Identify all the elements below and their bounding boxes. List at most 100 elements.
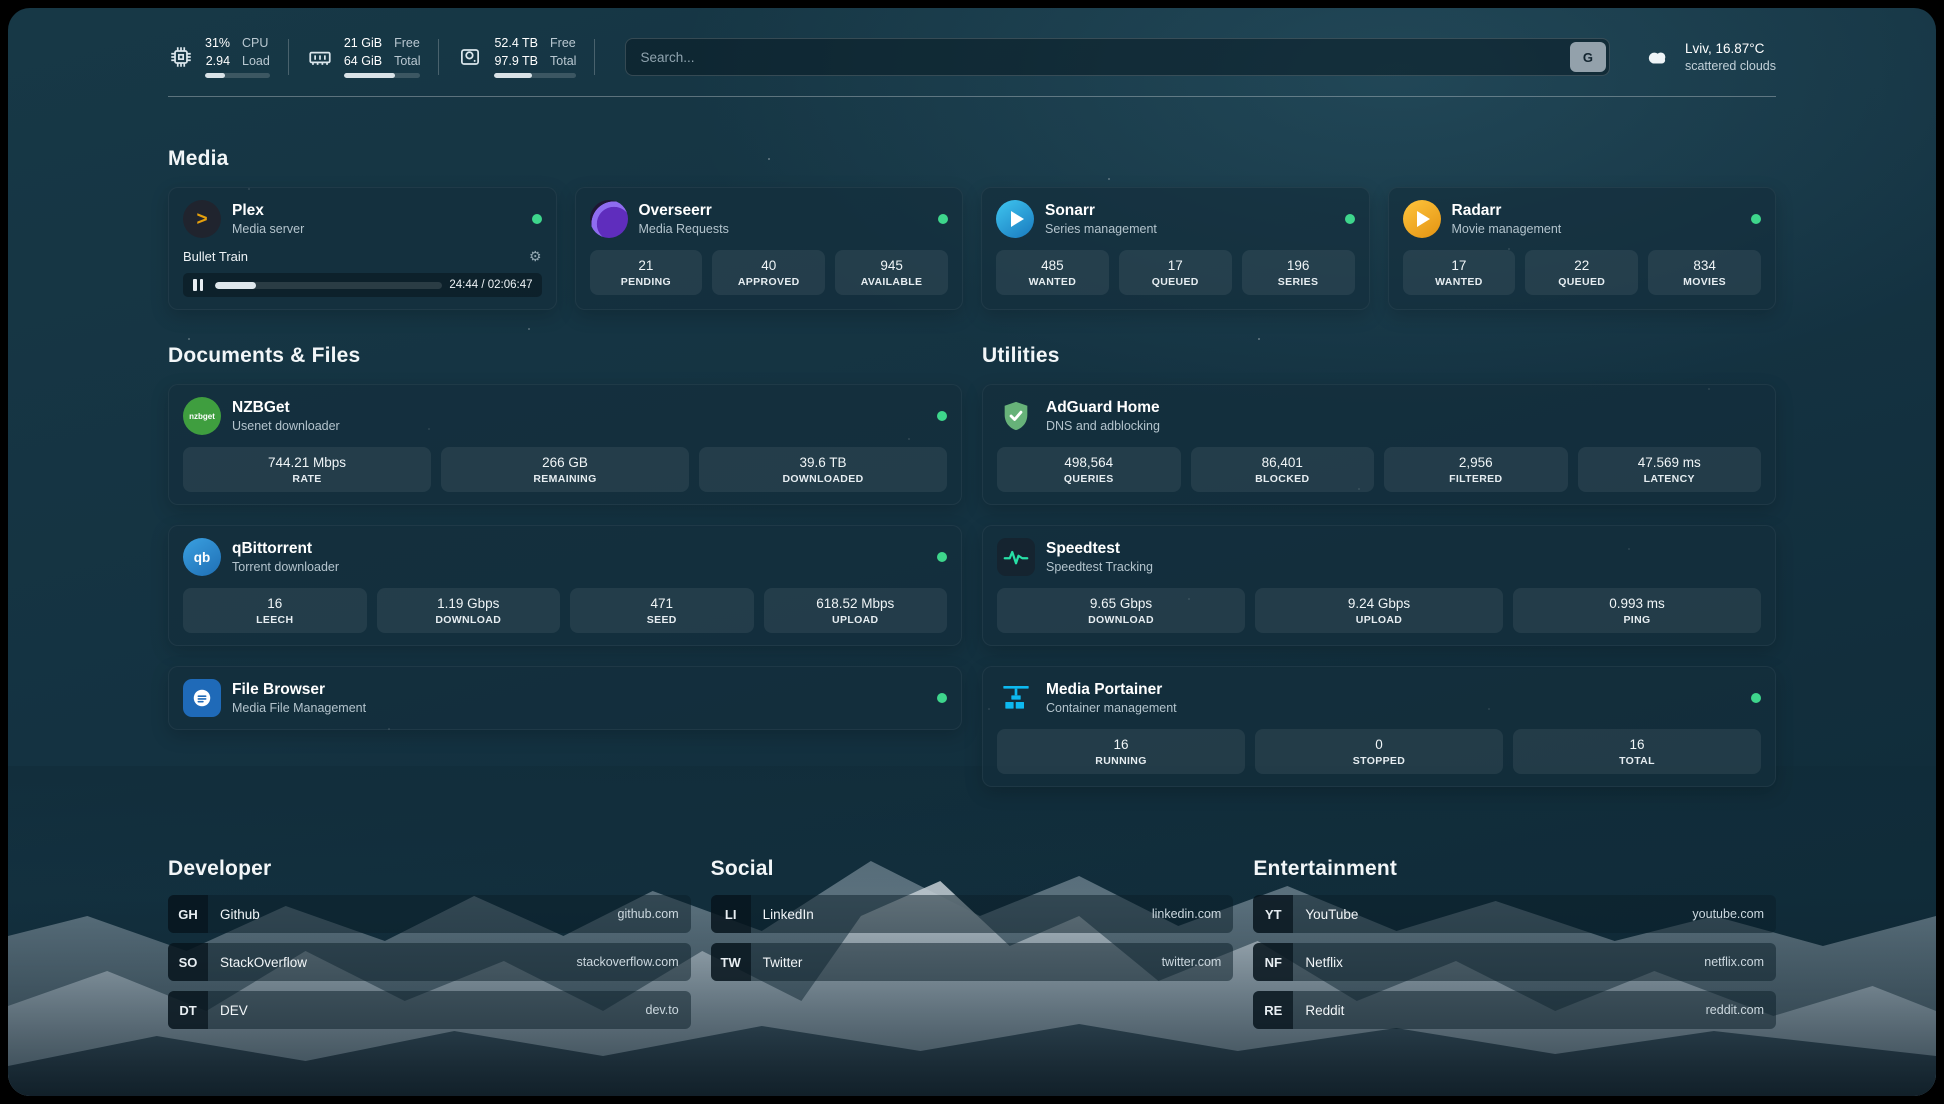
reddit-icon: RE [1253,991,1293,1029]
stat-tile-pending: 21 PENDING [590,250,703,295]
bookmark-stackoverflow[interactable]: SO StackOverflow stackoverflow.com [168,943,691,981]
search-engine-button[interactable]: G [1570,42,1606,72]
service-card-adguard[interactable]: AdGuard Home DNS and adblocking 498,564 … [982,384,1776,505]
service-description: Media server [232,222,304,236]
stat-tile-total: 16 TOTAL [1513,729,1761,774]
github-icon: GH [168,895,208,933]
stat-tile-queued: 22 QUEUED [1525,250,1638,295]
memory-label-top: Free [394,36,420,52]
weather-condition: scattered clouds [1685,59,1776,73]
service-description: Torrent downloader [232,560,339,574]
bookmark-youtube[interactable]: YT YouTube youtube.com [1253,895,1776,933]
dashboard-window: 31% 2.94 CPU Load [0,0,1944,1104]
plex-icon: > [183,200,221,238]
stat-tile-wanted: 485 WANTED [996,250,1109,295]
qbittorrent-icon: qb [183,538,221,576]
stat-tile-series: 196 SERIES [1242,250,1355,295]
memory-label-bottom: Total [394,54,420,70]
stat-tile-download: 9.65 Gbps DOWNLOAD [997,588,1245,633]
memory-free-value: 21 GiB [344,36,382,52]
now-playing-title: Bullet Train [183,249,248,264]
service-card-qbittorrent[interactable]: qb qBittorrent Torrent downloader 16 [168,525,962,646]
service-name: Overseerr [639,202,729,220]
memory-icon [307,44,333,70]
service-card-nzbget[interactable]: nzbget NZBGet Usenet downloader 744.21 M… [168,384,962,505]
disk-label-bottom: Total [550,54,576,70]
service-card-plex[interactable]: > Plex Media server Bullet Train ⚙ [168,187,557,310]
service-name: Radarr [1452,202,1562,220]
stat-tile-upload: 618.52 Mbps UPLOAD [764,588,948,633]
disk-free-value: 52.4 TB [494,36,538,52]
memory-usage-bar [344,73,421,78]
service-card-overseerr[interactable]: Overseerr Media Requests 21 PENDING [575,187,964,310]
status-dot [938,214,948,224]
stat-tile-stopped: 0 STOPPED [1255,729,1503,774]
stat-tile-filtered: 2,956 FILTERED [1384,447,1568,492]
gear-icon[interactable]: ⚙ [529,248,542,265]
service-name: NZBGet [232,399,340,417]
service-description: Usenet downloader [232,419,340,433]
playback-time: 24:44 / 02:06:47 [449,279,532,291]
status-dot [937,411,947,421]
bookmark-reddit[interactable]: RE Reddit reddit.com [1253,991,1776,1029]
stat-tile-remaining: 266 GB REMAINING [441,447,689,492]
section-entertainment: Entertainment YT YouTube youtube.com NF … [1253,857,1776,1029]
stat-tile-download: 1.19 Gbps DOWNLOAD [377,588,561,633]
service-card-speedtest[interactable]: Speedtest Speedtest Tracking 9.65 Gbps D… [982,525,1776,646]
service-name: Plex [232,202,304,220]
section-title-media: Media [168,147,1776,171]
bookmark-github[interactable]: GH Github github.com [168,895,691,933]
cpu-chip-icon [168,44,194,70]
search-input[interactable] [625,38,1610,76]
youtube-icon: YT [1253,895,1293,933]
service-description: Media File Management [232,701,366,715]
section-social: Social LI LinkedIn linkedin.com TW Twitt… [711,857,1234,1029]
service-card-radarr[interactable]: Radarr Movie management 17 WANTED 2 [1388,187,1777,310]
sonarr-icon [996,200,1034,238]
cloud-icon [1640,44,1674,70]
disk-total-value: 97.9 TB [494,54,538,70]
status-dot [1751,214,1761,224]
cpu-label-bottom: Load [242,54,270,70]
stat-tile-available: 945 AVAILABLE [835,250,948,295]
section-utilities: Utilities A [982,344,1776,787]
status-dot [1751,693,1761,703]
portainer-crane-icon [997,679,1035,717]
service-description: Speedtest Tracking [1046,560,1153,574]
stat-tile-seed: 471 SEED [570,588,754,633]
memory-widget: 21 GiB 64 GiB Free Total [289,36,439,78]
bookmark-twitter[interactable]: TW Twitter twitter.com [711,943,1234,981]
section-developer: Developer GH Github github.com SO StackO… [168,857,691,1029]
weather-widget: Lviv, 16.87°C scattered clouds [1640,41,1776,73]
linkedin-icon: LI [711,895,751,933]
service-name: Sonarr [1045,202,1157,220]
weather-location: Lviv, 16.87°C [1685,41,1776,56]
service-name: qBittorrent [232,540,339,558]
nzbget-icon: nzbget [183,397,221,435]
bookmark-netflix[interactable]: NF Netflix netflix.com [1253,943,1776,981]
service-card-portainer[interactable]: Media Portainer Container management 16 … [982,666,1776,787]
bookmark-dev[interactable]: DT DEV dev.to [168,991,691,1029]
playback-progress-bar[interactable] [215,282,442,289]
service-description: DNS and adblocking [1046,419,1160,433]
service-name: Media Portainer [1046,681,1177,699]
twitter-icon: TW [711,943,751,981]
adguard-shield-icon [997,397,1035,435]
stat-tile-upload: 9.24 Gbps UPLOAD [1255,588,1503,633]
top-bar: 31% 2.94 CPU Load [168,8,1776,78]
disk-usage-bar [494,73,576,78]
status-dot [937,693,947,703]
pause-button[interactable] [188,279,208,291]
stat-tile-approved: 40 APPROVED [712,250,825,295]
cpu-label-top: CPU [242,36,270,52]
disk-widget: 52.4 TB 97.9 TB Free Total [439,36,594,78]
section-documents-files: Documents & Files nzbget NZBGet Usenet d… [168,344,962,730]
disk-label-top: Free [550,36,576,52]
cpu-widget: 31% 2.94 CPU Load [168,36,288,78]
service-description: Series management [1045,222,1157,236]
service-card-sonarr[interactable]: Sonarr Series management 485 WANTED [981,187,1370,310]
divider [594,39,595,75]
stat-tile-ping: 0.993 ms PING [1513,588,1761,633]
service-card-filebrowser[interactable]: File Browser Media File Management [168,666,962,730]
bookmark-linkedin[interactable]: LI LinkedIn linkedin.com [711,895,1234,933]
